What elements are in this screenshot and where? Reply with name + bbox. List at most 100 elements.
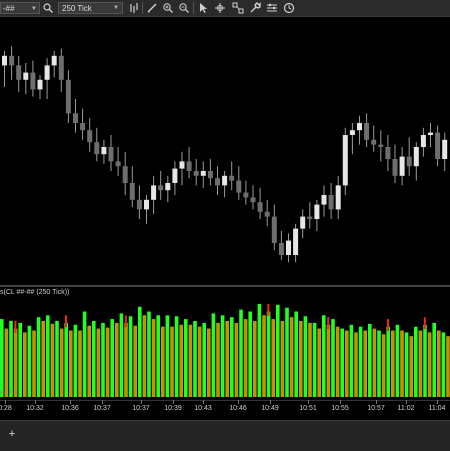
candle [30,60,36,97]
volume-bar-stripe [410,336,412,397]
time-axis-tick [238,400,239,404]
candle [87,118,93,152]
volume-bar-stripe [383,334,385,397]
volume-bar-stripe [70,330,72,397]
time-axis-tick [437,400,438,404]
volume-bar [73,324,78,397]
candle [364,113,370,147]
volume-bar [395,324,400,397]
candle [428,123,433,147]
volume-down-mark [65,315,67,328]
candle-body [349,130,355,135]
volume-bar-stripe [337,326,339,397]
volume-bar [147,311,151,397]
volume-bar-stripe [88,325,90,397]
time-axis-tick [141,400,142,404]
candle-body [321,195,327,205]
candle-body [406,156,412,167]
candle [136,185,142,219]
volume-bar [64,322,68,397]
clock-icon[interactable] [283,2,295,14]
time-axis-label: 10:36 [61,405,79,412]
candle-body [378,144,384,147]
volume-bar [368,323,372,397]
candle [399,147,405,186]
candle-body [342,135,348,186]
add-tab-button[interactable]: + [6,428,18,440]
candle-body [115,161,121,167]
candle [108,135,114,171]
candle-body [58,55,64,80]
candle [271,204,277,251]
volume-bar [441,332,446,397]
volume-bar-stripe [346,330,348,397]
candle-body [442,139,448,159]
time-axis-label: 10:55 [331,405,349,412]
volume-bar-stripe [15,328,17,397]
volume-bar [193,321,197,397]
candle [307,202,313,229]
volume-bar [128,316,133,397]
volume-chart [0,303,450,397]
candle [335,175,341,219]
chevron-down-icon: ▼ [31,6,37,12]
candle-body [236,180,242,193]
time-axis-tick [406,400,407,404]
candle [2,51,7,87]
volume-bar-stripe [318,328,320,397]
candle [44,58,50,99]
properties-icon[interactable] [266,2,278,14]
candle [264,199,270,227]
period-selector[interactable]: 250 Tick ▼ [58,2,123,14]
candle [349,123,355,155]
candle [158,171,164,200]
candle-body [293,228,299,255]
time-axis-label: 11:04 [428,405,446,412]
time-axis-label: 10:46 [229,405,247,412]
candle [243,180,249,205]
volume-panel[interactable] [0,287,450,400]
candle [129,166,135,207]
cursor-icon[interactable] [197,2,209,14]
candle [144,195,149,224]
volume-bar [92,321,96,397]
wrench-icon[interactable] [249,2,261,14]
candle-body [300,216,306,229]
candle [58,48,64,92]
volume-bar-stripe [429,332,431,397]
volume-down-mark [327,317,330,330]
candle [179,151,185,186]
volume-bar [27,325,32,397]
candle-body [136,199,142,210]
candle-body [44,65,50,80]
zoom-in-icon[interactable] [162,2,174,14]
crosshair-icon[interactable] [214,2,226,14]
candle [37,75,43,99]
instrument-selector[interactable]: -## ▼ [0,2,40,14]
zoom-out-icon[interactable] [178,2,190,14]
candle-body [222,175,228,186]
volume-bar [165,315,170,397]
time-axis-label: 10:51 [299,405,317,412]
candle [357,115,362,145]
candle-body [371,139,377,145]
search-icon[interactable] [42,2,54,14]
volume-bar-stripe [272,319,274,397]
volume-bar [322,315,326,397]
volume-bar [18,322,22,397]
volume-bar [174,316,179,397]
candle-body [73,113,78,123]
candle [172,161,178,195]
time-axis-label: 10:43 [194,405,212,412]
volume-down-mark [14,321,17,333]
volume-bar [46,315,50,397]
candle-body [207,171,213,179]
bar-chart-icon[interactable] [128,2,140,14]
volume-bar-stripe [33,330,35,397]
candle [413,142,419,181]
pencil-icon[interactable] [146,2,158,14]
link-icon[interactable] [232,2,244,14]
price-panel[interactable] [0,17,450,285]
volume-indicator-sub: les: 100 [0,390,18,396]
volume-bar [303,316,308,397]
